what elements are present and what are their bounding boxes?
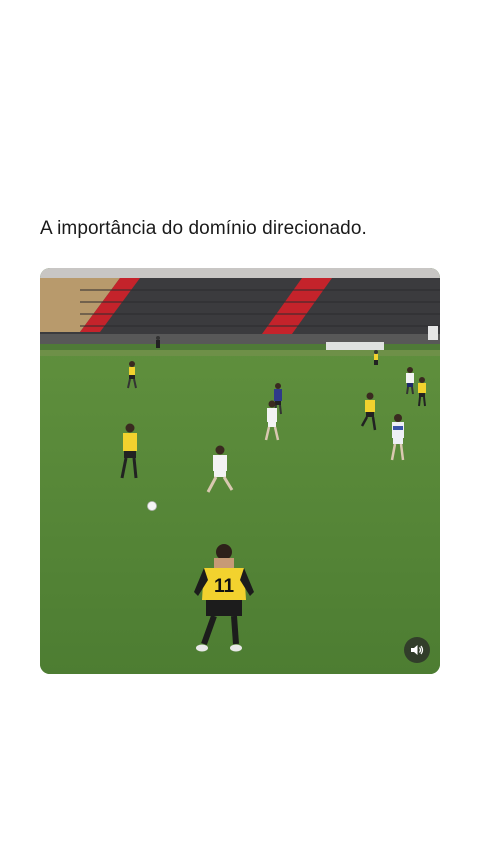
mute-button[interactable] <box>404 637 430 663</box>
post-caption: A importância do domínio direcionado. <box>40 218 367 239</box>
video-frame: 11 <box>40 268 440 674</box>
pitch <box>40 350 440 674</box>
ball <box>147 501 157 511</box>
video-player[interactable]: 11 <box>40 268 440 674</box>
speaker-icon <box>411 645 424 655</box>
svg-text:11: 11 <box>214 576 235 597</box>
stadium-stands <box>40 278 440 350</box>
